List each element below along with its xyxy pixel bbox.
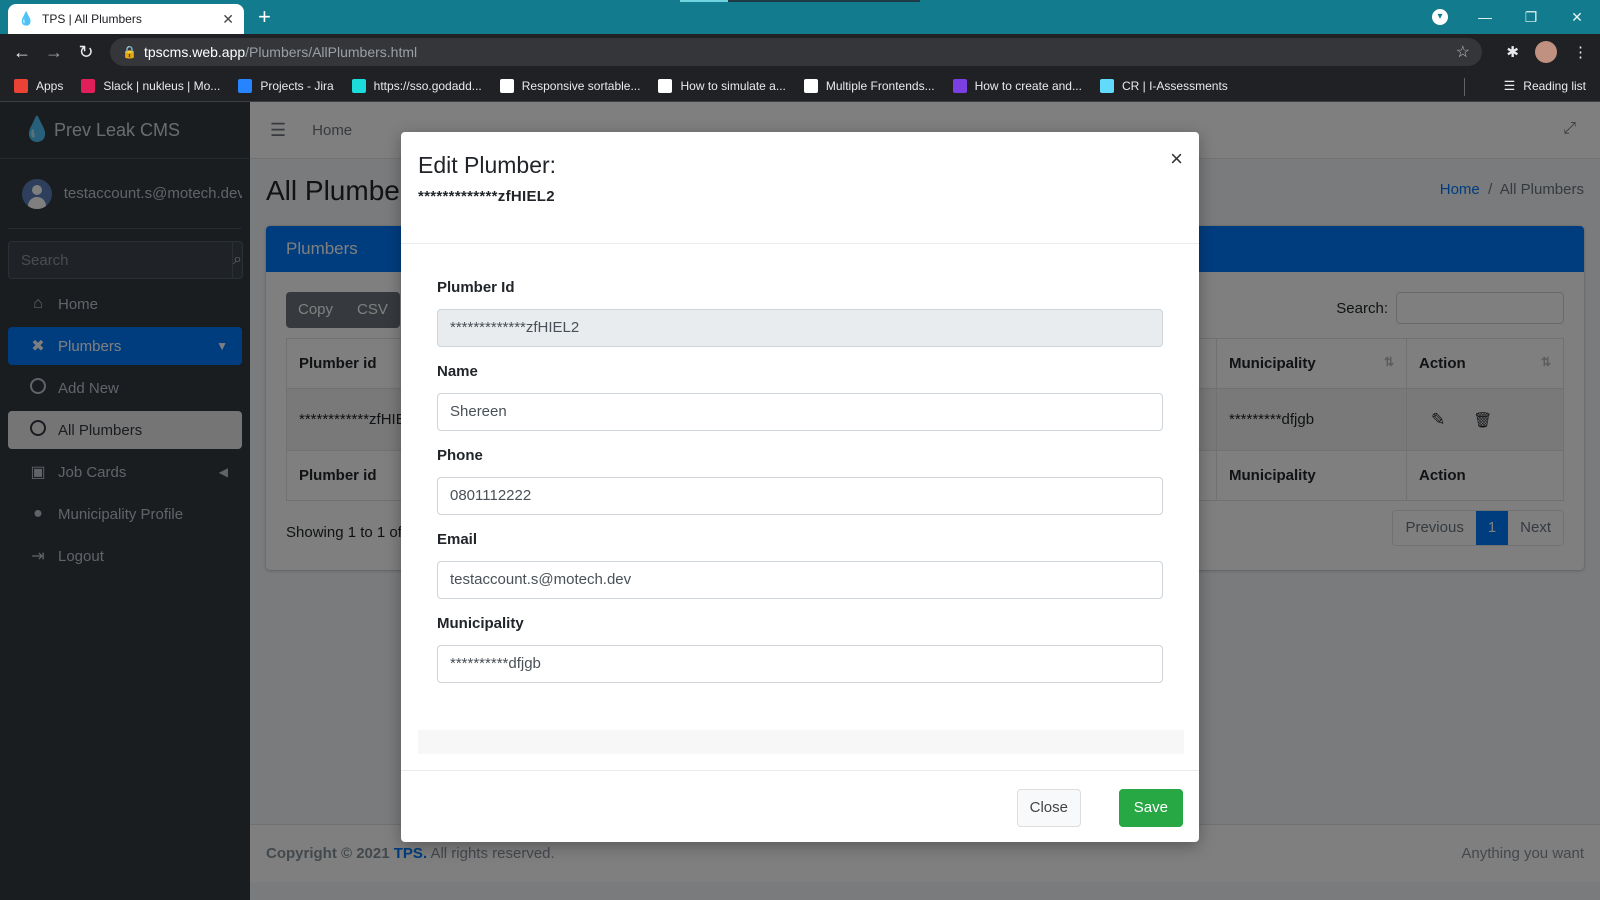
- modal-header: Edit Plumber: *************zfHIEL2 ×: [401, 132, 1199, 244]
- tab-close-icon[interactable]: ✕: [222, 11, 234, 28]
- menu-dots-icon[interactable]: ⋮: [1573, 43, 1588, 61]
- tab-title: TPS | All Plumbers: [42, 12, 142, 26]
- rocket-icon: [952, 78, 967, 93]
- minimize-icon[interactable]: —: [1462, 9, 1508, 25]
- municipality-label: Municipality: [437, 615, 524, 632]
- browser-tab[interactable]: 💧 TPS | All Plumbers ✕: [8, 4, 244, 34]
- back-icon[interactable]: ←: [6, 42, 38, 63]
- bookmark-label: Responsive sortable...: [521, 78, 641, 93]
- bookmarks-bar: Apps Slack | nukleus | Mo... Projects - Ji…: [0, 70, 1600, 102]
- email-field[interactable]: testaccount.s@motech.dev: [437, 561, 1163, 599]
- plumber-id-label: Plumber Id: [437, 279, 515, 296]
- plumber-id-group: Plumber Id *************zfHIEL2: [437, 279, 1163, 347]
- phone-group: Phone 0801112222: [437, 447, 1163, 515]
- plumber-id-field: *************zfHIEL2: [437, 309, 1163, 347]
- dev-icon: [803, 78, 818, 93]
- profile-avatar[interactable]: [1535, 41, 1557, 63]
- bookmark-item[interactable]: Multiple Frontends...: [803, 78, 935, 93]
- reading-list-button[interactable]: ☰ Reading list: [1504, 78, 1586, 94]
- extensions-icon[interactable]: ✱: [1506, 43, 1519, 61]
- modal-footer: Close Save: [401, 770, 1199, 842]
- address-bar[interactable]: 🔒 tpscms.web.app/Plumbers/AllPlumbers.ht…: [110, 38, 1482, 66]
- tab-search-icon[interactable]: ▾: [1432, 9, 1448, 25]
- godaddy-icon: [351, 78, 366, 93]
- name-label: Name: [437, 363, 478, 380]
- lock-icon: 🔒: [122, 45, 137, 59]
- email-group: Email testaccount.s@motech.dev: [437, 531, 1163, 599]
- bookmark-star-icon[interactable]: ☆: [1456, 42, 1470, 62]
- bookmark-item[interactable]: How to create and...: [952, 78, 1082, 93]
- bookmark-item[interactable]: Responsive sortable...: [499, 78, 641, 93]
- bookmarks-divider: [1464, 78, 1465, 96]
- bookmark-item[interactable]: Apps: [14, 78, 64, 93]
- modal-title: Edit Plumber:: [418, 152, 557, 178]
- bookmark-label: https://sso.godadd...: [373, 78, 482, 93]
- window-controls: — ❐ ✕: [1462, 0, 1600, 34]
- bookmark-label: How to simulate a...: [680, 78, 786, 93]
- slack-icon: [81, 78, 96, 93]
- email-label: Email: [437, 531, 478, 548]
- modal-subtitle: *************zfHIEL2: [418, 188, 555, 205]
- jira-icon: [238, 78, 253, 93]
- forward-icon[interactable]: →: [38, 42, 70, 63]
- phone-field[interactable]: 0801112222: [437, 477, 1163, 515]
- new-tab-icon[interactable]: +: [258, 5, 271, 29]
- bookmark-label: Slack | nukleus | Mo...: [103, 78, 221, 93]
- bookmark-item[interactable]: https://sso.godadd...: [351, 78, 482, 93]
- bookmark-item[interactable]: Projects - Jira: [238, 78, 334, 93]
- bookmark-label: CR | I-Assessments: [1121, 78, 1228, 93]
- close-button[interactable]: Close: [1016, 789, 1081, 827]
- drop-icon: 💧: [18, 11, 35, 26]
- modal-body-strip: [418, 730, 1184, 754]
- bookmark-item[interactable]: Slack | nukleus | Mo...: [81, 78, 221, 93]
- close-icon[interactable]: ×: [1170, 148, 1183, 170]
- medium-icon: [658, 78, 673, 93]
- edit-plumber-modal: Edit Plumber: *************zfHIEL2 × Plu…: [401, 132, 1199, 842]
- toolbar-icons: ✱ ⋮: [1506, 41, 1588, 63]
- bookmark-item[interactable]: How to simulate a...: [658, 78, 786, 93]
- save-button[interactable]: Save: [1118, 789, 1183, 827]
- bookmark-label: Projects - Jira: [260, 78, 334, 93]
- municipality-field[interactable]: **********dfjgb: [437, 645, 1163, 683]
- react-icon: [1099, 78, 1114, 93]
- apps-grid-icon: [14, 78, 28, 93]
- url-path: /Plumbers/AllPlumbers.html: [245, 44, 418, 60]
- bookmark-label: How to create and...: [974, 78, 1082, 93]
- name-group: Name Shereen: [437, 363, 1163, 431]
- codepen-icon: [499, 78, 514, 93]
- reading-list-label: Reading list: [1523, 79, 1586, 93]
- municipality-group: Municipality **********dfjgb: [437, 615, 1163, 683]
- name-field[interactable]: Shereen: [437, 393, 1163, 431]
- tab-strip-indicator: [680, 0, 920, 2]
- reload-icon[interactable]: ↻: [70, 42, 102, 63]
- close-window-icon[interactable]: ✕: [1554, 9, 1600, 26]
- url-host: tpscms.web.app: [144, 44, 246, 60]
- reading-list-icon: ☰: [1503, 78, 1516, 93]
- restore-icon[interactable]: ❐: [1508, 9, 1554, 26]
- bookmark-item[interactable]: CR | I-Assessments: [1099, 78, 1228, 93]
- bookmark-label: Apps: [36, 78, 64, 93]
- browser-titlebar: 💧 TPS | All Plumbers ✕ + ▾ — ❐ ✕: [0, 0, 1600, 34]
- phone-label: Phone: [437, 447, 483, 464]
- bookmark-label: Multiple Frontends...: [825, 78, 935, 93]
